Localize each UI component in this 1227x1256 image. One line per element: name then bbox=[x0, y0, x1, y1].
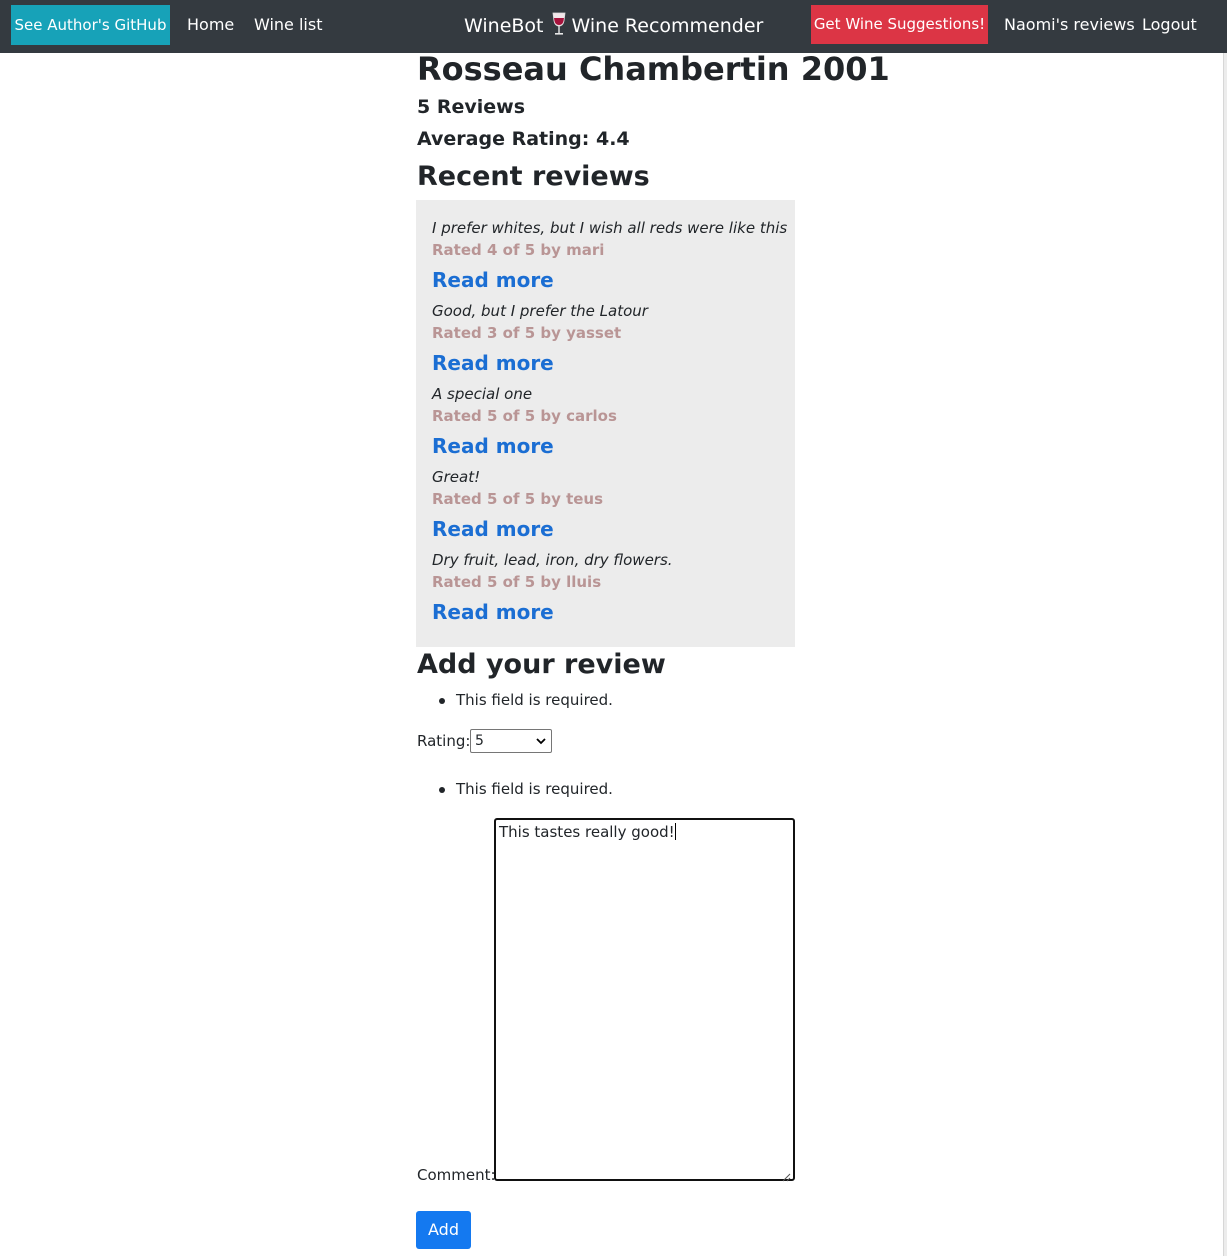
add-review-heading: Add your review bbox=[417, 649, 666, 680]
read-more-link[interactable]: Read more bbox=[432, 268, 554, 292]
bullet bbox=[439, 698, 445, 704]
recent-reviews-heading: Recent reviews bbox=[417, 161, 650, 192]
brand-suffix: Wine Recommender bbox=[571, 15, 764, 37]
chevron-down-icon bbox=[535, 733, 547, 749]
review-comment: I prefer whites, but I wish all reds wer… bbox=[432, 219, 788, 237]
comment-error: This field is required. bbox=[456, 780, 613, 798]
recent-reviews-list: I prefer whites, but I wish all reds wer… bbox=[416, 200, 795, 647]
review-rating-author: Rated 4 of 5 by mari bbox=[432, 241, 605, 259]
comment-text: This tastes really good! bbox=[499, 823, 675, 841]
average-rating: Average Rating: 4.4 bbox=[417, 128, 630, 150]
nav-wine-list-link[interactable]: Wine list bbox=[254, 5, 322, 45]
comment-textarea[interactable]: This tastes really good! bbox=[494, 818, 795, 1182]
nav-logout-link[interactable]: Logout bbox=[1142, 5, 1197, 45]
read-more-link[interactable]: Read more bbox=[432, 600, 554, 624]
navbar: See Author's GitHub Home Wine list WineB… bbox=[0, 0, 1227, 53]
rating-label: Rating: bbox=[417, 732, 471, 750]
wine-title: Rosseau Chambertin 2001 bbox=[417, 50, 890, 88]
review-rating-author: Rated 5 of 5 by teus bbox=[432, 490, 604, 508]
read-more-link[interactable]: Read more bbox=[432, 517, 554, 541]
text-cursor bbox=[674, 823, 676, 840]
add-review-button[interactable]: Add bbox=[416, 1211, 471, 1249]
review-comment: Great! bbox=[432, 468, 481, 486]
review-comment: Good, but I prefer the Latour bbox=[432, 302, 648, 320]
brand-prefix: WineBot bbox=[464, 15, 544, 37]
github-button[interactable]: See Author's GitHub bbox=[11, 5, 170, 45]
review-comment: A special one bbox=[432, 385, 533, 403]
brand-title[interactable]: WineBot Wine Recommender bbox=[464, 5, 763, 47]
rating-value: 5 bbox=[475, 733, 484, 749]
wine-glass-icon bbox=[550, 9, 568, 35]
nav-user-reviews-link[interactable]: Naomi's reviews bbox=[1004, 5, 1135, 45]
review-rating-author: Rated 3 of 5 by yasset bbox=[432, 324, 622, 342]
comment-label: Comment: bbox=[417, 1166, 496, 1184]
review-count: 5 Reviews bbox=[417, 96, 525, 118]
get-suggestions-button[interactable]: Get Wine Suggestions! bbox=[811, 5, 988, 44]
scrollbar[interactable] bbox=[1223, 53, 1227, 1256]
bullet bbox=[439, 787, 445, 793]
review-rating-author: Rated 5 of 5 by lluis bbox=[432, 573, 602, 591]
review-comment: Dry fruit, lead, iron, dry flowers. bbox=[432, 551, 673, 569]
nav-home-link[interactable]: Home bbox=[187, 5, 234, 45]
review-rating-author: Rated 5 of 5 by carlos bbox=[432, 407, 617, 425]
rating-error: This field is required. bbox=[456, 691, 613, 709]
read-more-link[interactable]: Read more bbox=[432, 434, 554, 458]
resize-handle-icon[interactable] bbox=[782, 1168, 791, 1182]
rating-select[interactable]: 5 bbox=[470, 729, 552, 753]
read-more-link[interactable]: Read more bbox=[432, 351, 554, 375]
